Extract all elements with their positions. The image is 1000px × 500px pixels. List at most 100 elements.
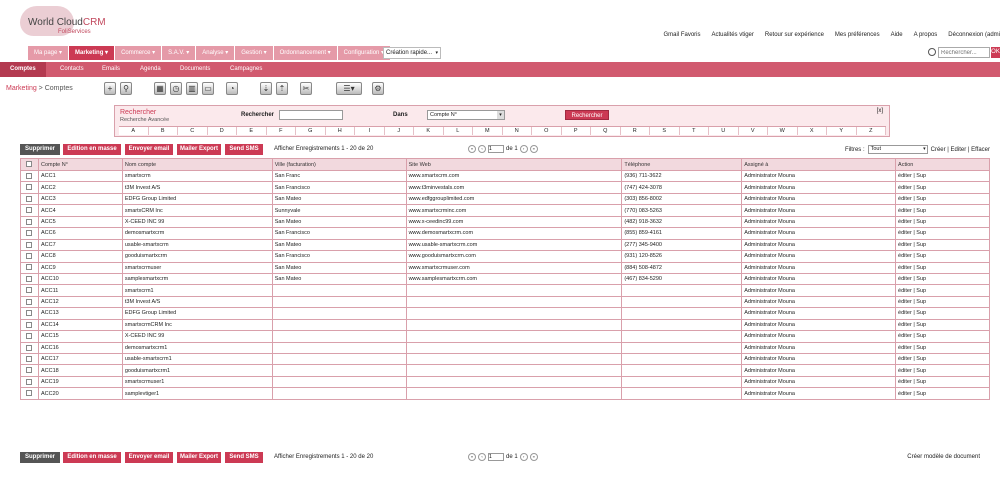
account-name[interactable]: EDFG Group Limited [121,192,273,206]
select-all-checkbox[interactable] [20,158,39,171]
account-name[interactable]: gooduismartxcrm [121,250,273,263]
row-checkbox[interactable] [20,387,39,400]
alphabet-letter[interactable]: D [207,127,237,135]
row-checkbox[interactable] [20,272,39,286]
row-actions[interactable]: éditer | Sup [895,295,990,309]
advanced-search-link[interactable]: Recherche Avancée [120,117,169,123]
alphabet-letter[interactable]: A [119,127,149,135]
account-name[interactable]: smartxcrm [121,169,273,183]
menu-item[interactable]: Marketing ▾ [69,46,115,60]
account-number[interactable]: ACC13 [37,307,123,320]
column-header[interactable]: Action [895,158,990,171]
account-name[interactable]: smartxcrm1 [121,284,273,297]
row-actions[interactable]: éditer | Sup [895,227,990,240]
alphabet-letter[interactable]: B [148,127,178,135]
account-name[interactable]: usable-smartxcrm [121,238,273,252]
row-actions[interactable]: éditer | Sup [895,330,990,343]
account-name[interactable]: gooduismartxcrm1 [121,364,273,377]
website[interactable] [405,341,623,355]
tab-module[interactable]: Contacts [60,62,84,77]
top-link[interactable]: Actualités vtiger [712,32,754,38]
mass-edit-button[interactable]: Edition en masse [63,452,121,463]
top-link[interactable]: Mes préférences [835,32,880,38]
alphabet-letter[interactable]: M [473,127,503,135]
account-name[interactable]: X-CEED INC 99 [121,330,273,343]
delete-button[interactable]: Supprimer [20,144,60,155]
row-actions[interactable]: éditer | Sup [895,341,990,355]
row-checkbox[interactable] [20,318,39,332]
row-actions[interactable]: éditer | Sup [895,204,990,217]
row-checkbox[interactable] [20,307,39,320]
website[interactable]: www.usable-smartxcrm.com [405,238,623,252]
row-checkbox[interactable] [20,250,39,263]
tab-module[interactable]: Documents [180,62,210,77]
alphabet-letter[interactable]: Z [856,127,886,135]
tab-accounts[interactable]: Comptes [0,62,46,77]
row-checkbox[interactable] [20,375,39,389]
account-number[interactable]: ACC2 [37,181,123,194]
column-header[interactable]: Nom compte [121,158,273,171]
settings-icon[interactable]: ⚙ [372,82,384,95]
clock-icon[interactable]: ◷ [170,82,182,95]
column-header[interactable]: Site Web [405,158,623,171]
top-link[interactable]: Gmail Favoris [664,32,701,38]
account-number[interactable]: ACC7 [37,238,123,252]
search-field-select[interactable]: Compte N° ▾ [427,110,505,120]
alphabet-letter[interactable]: S [650,127,680,135]
website[interactable]: www.edfggrouplimited.com [405,192,623,206]
mass-edit-button[interactable]: Edition en masse [63,144,121,155]
alphabet-letter[interactable]: E [237,127,267,135]
next-page-icon[interactable]: › [519,453,528,461]
account-number[interactable]: ACC6 [37,227,123,240]
prev-page-icon[interactable]: ‹ [478,453,486,461]
account-name[interactable]: X-CEED INC 99 [121,215,273,229]
alphabet-letter[interactable]: V [738,127,768,135]
top-link[interactable]: Aide [891,32,903,38]
alphabet-letter[interactable]: Y [827,127,857,135]
top-link[interactable]: Retour sur expérience [765,32,824,38]
close-search-panel-button[interactable]: [x] [877,108,883,114]
search-input[interactable] [938,47,990,58]
account-number[interactable]: ACC1 [37,169,123,183]
row-checkbox[interactable] [20,192,39,206]
search-go-button[interactable]: OK [991,47,1000,58]
account-number[interactable]: ACC3 [37,192,123,206]
account-name[interactable]: usable-smartxcrm1 [121,352,273,366]
website[interactable]: www.gooduismartxcrm.com [405,250,623,263]
delete-button[interactable]: Supprimer [20,452,60,463]
send-sms-button[interactable]: Send SMS [225,144,263,155]
column-header[interactable]: Compte N° [37,158,123,171]
mailer-export-button[interactable]: Mailer Export [177,452,221,463]
account-name[interactable]: samplevtiger1 [121,387,273,400]
row-checkbox[interactable] [20,261,39,274]
account-name[interactable]: demosmartxcrm [121,227,273,240]
send-email-button[interactable]: Envoyer email [125,452,173,463]
row-checkbox[interactable] [20,238,39,252]
row-actions[interactable]: éditer | Sup [895,261,990,274]
menu-item[interactable]: Gestion ▾ [235,46,273,60]
row-checkbox[interactable] [20,169,39,183]
website[interactable] [405,364,623,377]
last-page-icon[interactable]: » [529,145,538,153]
breadcrumb-module[interactable]: Marketing [6,85,37,92]
tab-module[interactable]: Agenda [140,62,161,77]
list-settings-icon[interactable]: ☰▾ [336,82,362,95]
next-page-icon[interactable]: › [519,145,528,153]
alphabet-letter[interactable]: P [561,127,591,135]
account-name[interactable]: smartxcrmuser [121,261,273,274]
send-sms-button[interactable]: Send SMS [225,452,263,463]
filter-links[interactable]: Créer | Editer | Effacer [931,147,990,153]
row-actions[interactable]: éditer | Sup [895,192,990,206]
account-number[interactable]: ACC18 [37,364,123,377]
account-name[interactable]: smartxCRM Inc [121,204,273,217]
row-checkbox[interactable] [20,215,39,229]
row-actions[interactable]: éditer | Sup [895,375,990,389]
row-checkbox[interactable] [20,330,39,343]
search-text-field[interactable] [279,110,343,120]
website[interactable] [405,352,623,366]
website[interactable] [405,307,623,320]
add-icon[interactable]: + [104,82,116,95]
row-actions[interactable]: éditer | Sup [895,181,990,194]
website[interactable]: www.x-ceedinc99.com [405,215,623,229]
alphabet-letter[interactable]: K [414,127,444,135]
